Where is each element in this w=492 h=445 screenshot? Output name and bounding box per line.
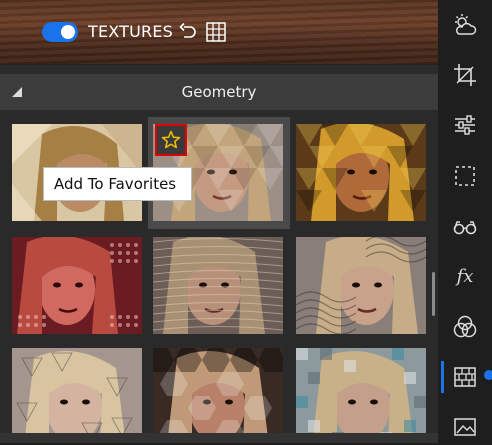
fx-icon: fx	[456, 265, 474, 287]
glasses-icon	[453, 221, 477, 235]
texture-thumb-6[interactable]	[296, 237, 426, 334]
weather-icon	[455, 14, 477, 35]
active-indicator-dot	[484, 370, 492, 380]
textures-toggle[interactable]	[42, 22, 78, 42]
bottom-bar	[0, 433, 438, 443]
sidebar-item-weather[interactable]	[447, 8, 483, 44]
texture-thumb-7[interactable]	[12, 348, 142, 443]
vertical-scrollbar[interactable]	[432, 272, 435, 316]
texture-thumb-9[interactable]	[296, 348, 426, 443]
active-indicator	[441, 361, 444, 393]
favorites-tooltip: Add To Favorites	[43, 167, 192, 201]
sidebar-item-adjustments[interactable]	[447, 107, 483, 143]
sidebar-item-textures[interactable]	[447, 359, 483, 395]
texture-thumb-4[interactable]	[12, 237, 142, 334]
texture-thumb-3[interactable]	[296, 124, 426, 221]
sidebar-item-selection[interactable]	[447, 158, 483, 194]
sidebar-item-blend[interactable]	[447, 309, 483, 345]
image-icon	[454, 418, 476, 436]
add-to-favorites-button[interactable]	[155, 124, 187, 156]
sidebar-item-image[interactable]	[447, 409, 483, 445]
blend-circles-icon	[453, 315, 477, 338]
grid-icon[interactable]	[206, 22, 226, 42]
sidebar-item-crop[interactable]	[447, 57, 483, 93]
texture-thumb-8[interactable]	[153, 348, 283, 443]
crop-icon	[454, 64, 476, 86]
sidebar-item-glasses[interactable]	[447, 209, 483, 245]
texture-brick-icon	[454, 367, 476, 387]
texture-thumb-5[interactable]	[153, 237, 283, 334]
header-bar: TEXTURES	[0, 0, 438, 64]
selection-icon	[455, 166, 475, 186]
main-panel: TEXTURES Geometry Add To Favorites	[0, 0, 438, 443]
textures-label: TEXTURES	[88, 22, 174, 41]
sidebar-item-fx[interactable]: fx	[447, 258, 483, 294]
section-header-geometry[interactable]: Geometry	[0, 74, 438, 110]
adjustments-icon	[455, 115, 475, 135]
undo-icon[interactable]	[178, 22, 198, 42]
section-title: Geometry	[181, 83, 257, 101]
star-icon	[161, 130, 181, 149]
toggle-knob	[61, 25, 75, 39]
